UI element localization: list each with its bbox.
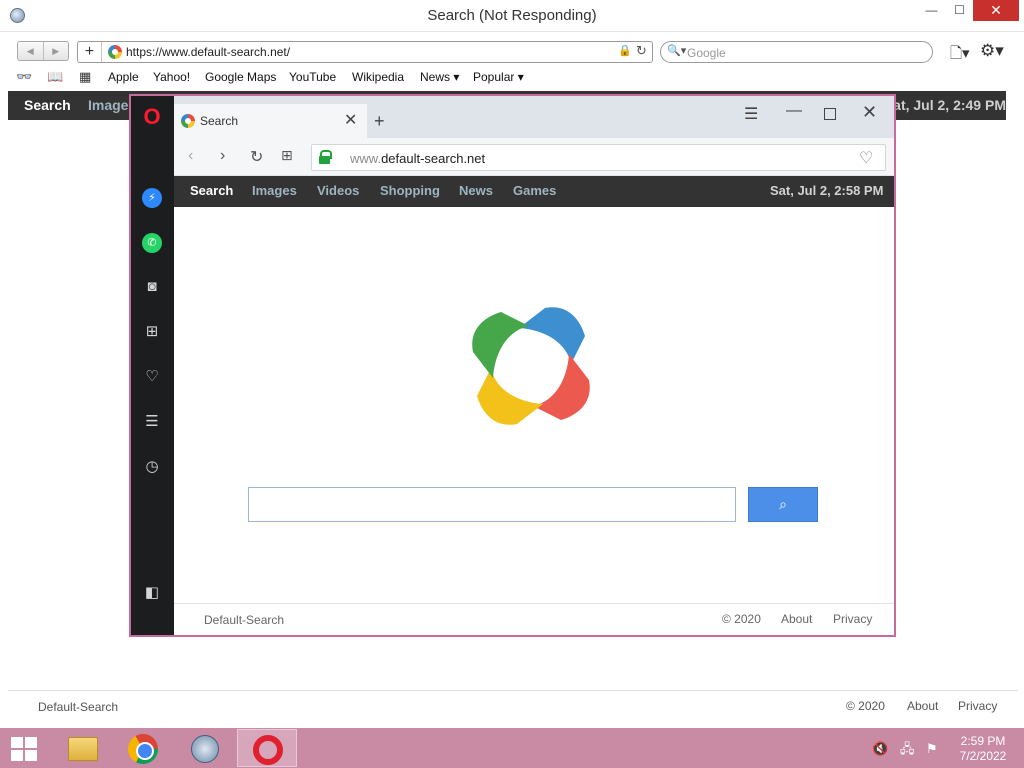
opera-footer: Default-Search © 2020 About Privacy: [174, 603, 894, 635]
new-tab-button[interactable]: +: [374, 111, 385, 132]
windows-start-icon[interactable]: [11, 737, 39, 761]
outer-footer-copyright: © 2020: [846, 699, 885, 713]
volume-muted-icon[interactable]: 🔇: [872, 741, 888, 756]
reading-list-icon[interactable]: 👓: [16, 69, 32, 85]
speed-dial-icon[interactable]: ⊞: [142, 322, 162, 342]
outer-toolbar: ◀ ▶ + https://www.default-search.net/ 🔒 …: [0, 32, 1024, 68]
opera-address-url[interactable]: www.default-search.net: [350, 151, 485, 166]
taskbar-clock[interactable]: 2:59 PM 7/2/2022: [950, 734, 1016, 764]
outer-footer-about[interactable]: About: [907, 699, 938, 713]
opera-address-bar[interactable]: www.default-search.net ♡: [311, 144, 886, 171]
tab-favicon-icon: [181, 114, 195, 128]
opera-logo-icon[interactable]: O: [142, 106, 162, 128]
opera-tab-search[interactable]: Search ✕: [174, 104, 367, 138]
bookmark-apple[interactable]: Apple: [108, 70, 139, 84]
site-favicon-icon: [108, 45, 122, 59]
close-button[interactable]: ✕: [973, 0, 1019, 21]
nav-search[interactable]: Search: [190, 183, 233, 198]
opera-reload-icon[interactable]: ↻: [250, 147, 263, 167]
window-title: Search (Not Responding): [427, 7, 597, 24]
search-field[interactable]: 🔍▾ Google: [660, 41, 933, 63]
taskbar-opera-icon[interactable]: [237, 729, 297, 767]
clock-date: 7/2/2022: [959, 749, 1007, 763]
action-center-flag-icon[interactable]: ⚑: [926, 741, 938, 756]
sidebar-toggle-icon[interactable]: ◧: [142, 583, 162, 603]
heart-icon[interactable]: ♡: [142, 367, 162, 387]
nav-date: Sat, Jul 2, 2:58 PM: [770, 183, 884, 198]
search-icon: 🔍▾: [667, 45, 687, 57]
secure-lock-icon: [319, 150, 332, 164]
tab-close-icon[interactable]: ✕: [344, 110, 357, 130]
top-sites-grid-icon[interactable]: ▦: [79, 69, 91, 85]
footer-privacy[interactable]: Privacy: [833, 612, 872, 626]
footer-copyright: © 2020: [722, 612, 761, 626]
taskbar-safari-icon[interactable]: [175, 729, 235, 767]
opera-forward-icon[interactable]: ›: [220, 147, 225, 165]
add-bookmark-button[interactable]: +: [78, 42, 102, 62]
taskbar-file-explorer-icon[interactable]: [51, 729, 111, 767]
nav-games[interactable]: Games: [513, 183, 556, 198]
opera-close-button[interactable]: ✕: [862, 102, 877, 123]
gear-icon[interactable]: ⚙▾: [980, 41, 1004, 61]
outer-footer-brand: Default-Search: [38, 700, 119, 714]
bookmark-google-maps[interactable]: Google Maps: [205, 70, 276, 84]
back-forward-buttons: ◀ ▶: [17, 41, 69, 61]
easy-setup-menu-icon[interactable]: ☰: [744, 104, 758, 124]
system-tray: 🔇 🖧 ⚑: [872, 740, 946, 762]
nav-news[interactable]: News: [459, 183, 493, 198]
bookmark-yahoo[interactable]: Yahoo!: [153, 70, 190, 84]
news-icon[interactable]: ☰: [142, 412, 162, 432]
search-icon: ⌕: [779, 496, 787, 512]
address-bar[interactable]: + https://www.default-search.net/ 🔒 ↻: [77, 41, 653, 63]
minimize-button[interactable]: —: [918, 0, 945, 21]
opera-maximize-button[interactable]: [824, 108, 836, 120]
default-search-logo: [472, 307, 590, 425]
opera-tab-bar: Search ✕ + ☰ — ✕: [174, 96, 894, 138]
footer-brand: Default-Search: [204, 613, 285, 627]
bookmark-news[interactable]: News ▾: [420, 70, 459, 84]
taskbar-chrome-icon[interactable]: [113, 729, 173, 767]
whatsapp-icon[interactable]: ✆: [142, 233, 162, 253]
opera-site-navbar: Search Images Videos Shopping News Games…: [174, 176, 894, 207]
page-content: ⌕: [174, 207, 894, 603]
nav-shopping[interactable]: Shopping: [380, 183, 440, 198]
outer-footer-privacy[interactable]: Privacy: [958, 699, 997, 713]
search-input[interactable]: [248, 487, 736, 522]
opera-toolbar: ‹ › ↻ ⊞ www.default-search.net ♡: [174, 138, 894, 176]
messenger-icon[interactable]: ⚡: [142, 188, 162, 208]
bookmark-popular[interactable]: Popular ▾: [473, 70, 524, 84]
bookmark-heart-icon[interactable]: ♡: [859, 148, 873, 168]
taskbar: 🔇 🖧 ⚑ 2:59 PM 7/2/2022: [0, 728, 1024, 768]
outer-nav-date: Sat, Jul 2, 2:49 PM: [883, 97, 1006, 113]
page-menu-icon[interactable]: 🗋▾: [950, 43, 970, 68]
back-button[interactable]: ◀: [18, 42, 44, 60]
footer-about[interactable]: About: [781, 612, 812, 626]
search-placeholder: Google: [687, 46, 726, 60]
opera-sidebar: O ⚡ ✆ ◙ ⊞ ♡ ☰ ◷ ◧: [131, 96, 174, 635]
bookmark-youtube[interactable]: YouTube: [289, 70, 336, 84]
lock-icon: 🔒: [618, 45, 632, 57]
outer-footer: Default-Search © 2020 About Privacy: [8, 690, 1018, 720]
nav-images[interactable]: Images: [252, 183, 297, 198]
outer-nav-search[interactable]: Search: [24, 97, 71, 113]
nav-videos[interactable]: Videos: [317, 183, 359, 198]
opera-tabs-grid-icon[interactable]: ⊞: [281, 147, 293, 164]
bookmark-wikipedia[interactable]: Wikipedia: [352, 70, 404, 84]
camera-icon[interactable]: ◙: [142, 277, 162, 297]
opera-back-icon[interactable]: ‹: [188, 147, 193, 165]
forward-button[interactable]: ▶: [44, 42, 69, 60]
address-url[interactable]: https://www.default-search.net/: [126, 45, 290, 59]
tab-label: Search: [200, 114, 239, 128]
maximize-button[interactable]: ☐: [946, 0, 973, 21]
bookmarks-bar: 👓 📖 ▦ Apple Yahoo! Google Maps YouTube W…: [0, 68, 1024, 88]
opera-minimize-button[interactable]: —: [786, 102, 802, 120]
bookmarks-book-icon[interactable]: 📖: [47, 69, 63, 85]
network-icon[interactable]: 🖧: [900, 741, 915, 756]
history-clock-icon[interactable]: ◷: [142, 457, 162, 477]
clock-time: 2:59 PM: [960, 734, 1006, 748]
opera-window: O ⚡ ✆ ◙ ⊞ ♡ ☰ ◷ ◧ Search ✕ + ☰ — ✕ ‹ › ↻…: [129, 94, 896, 637]
outer-title-bar: Search (Not Responding) — ☐ ✕: [0, 0, 1024, 32]
search-button[interactable]: ⌕: [748, 487, 818, 522]
reload-icon[interactable]: ↻: [636, 43, 647, 59]
